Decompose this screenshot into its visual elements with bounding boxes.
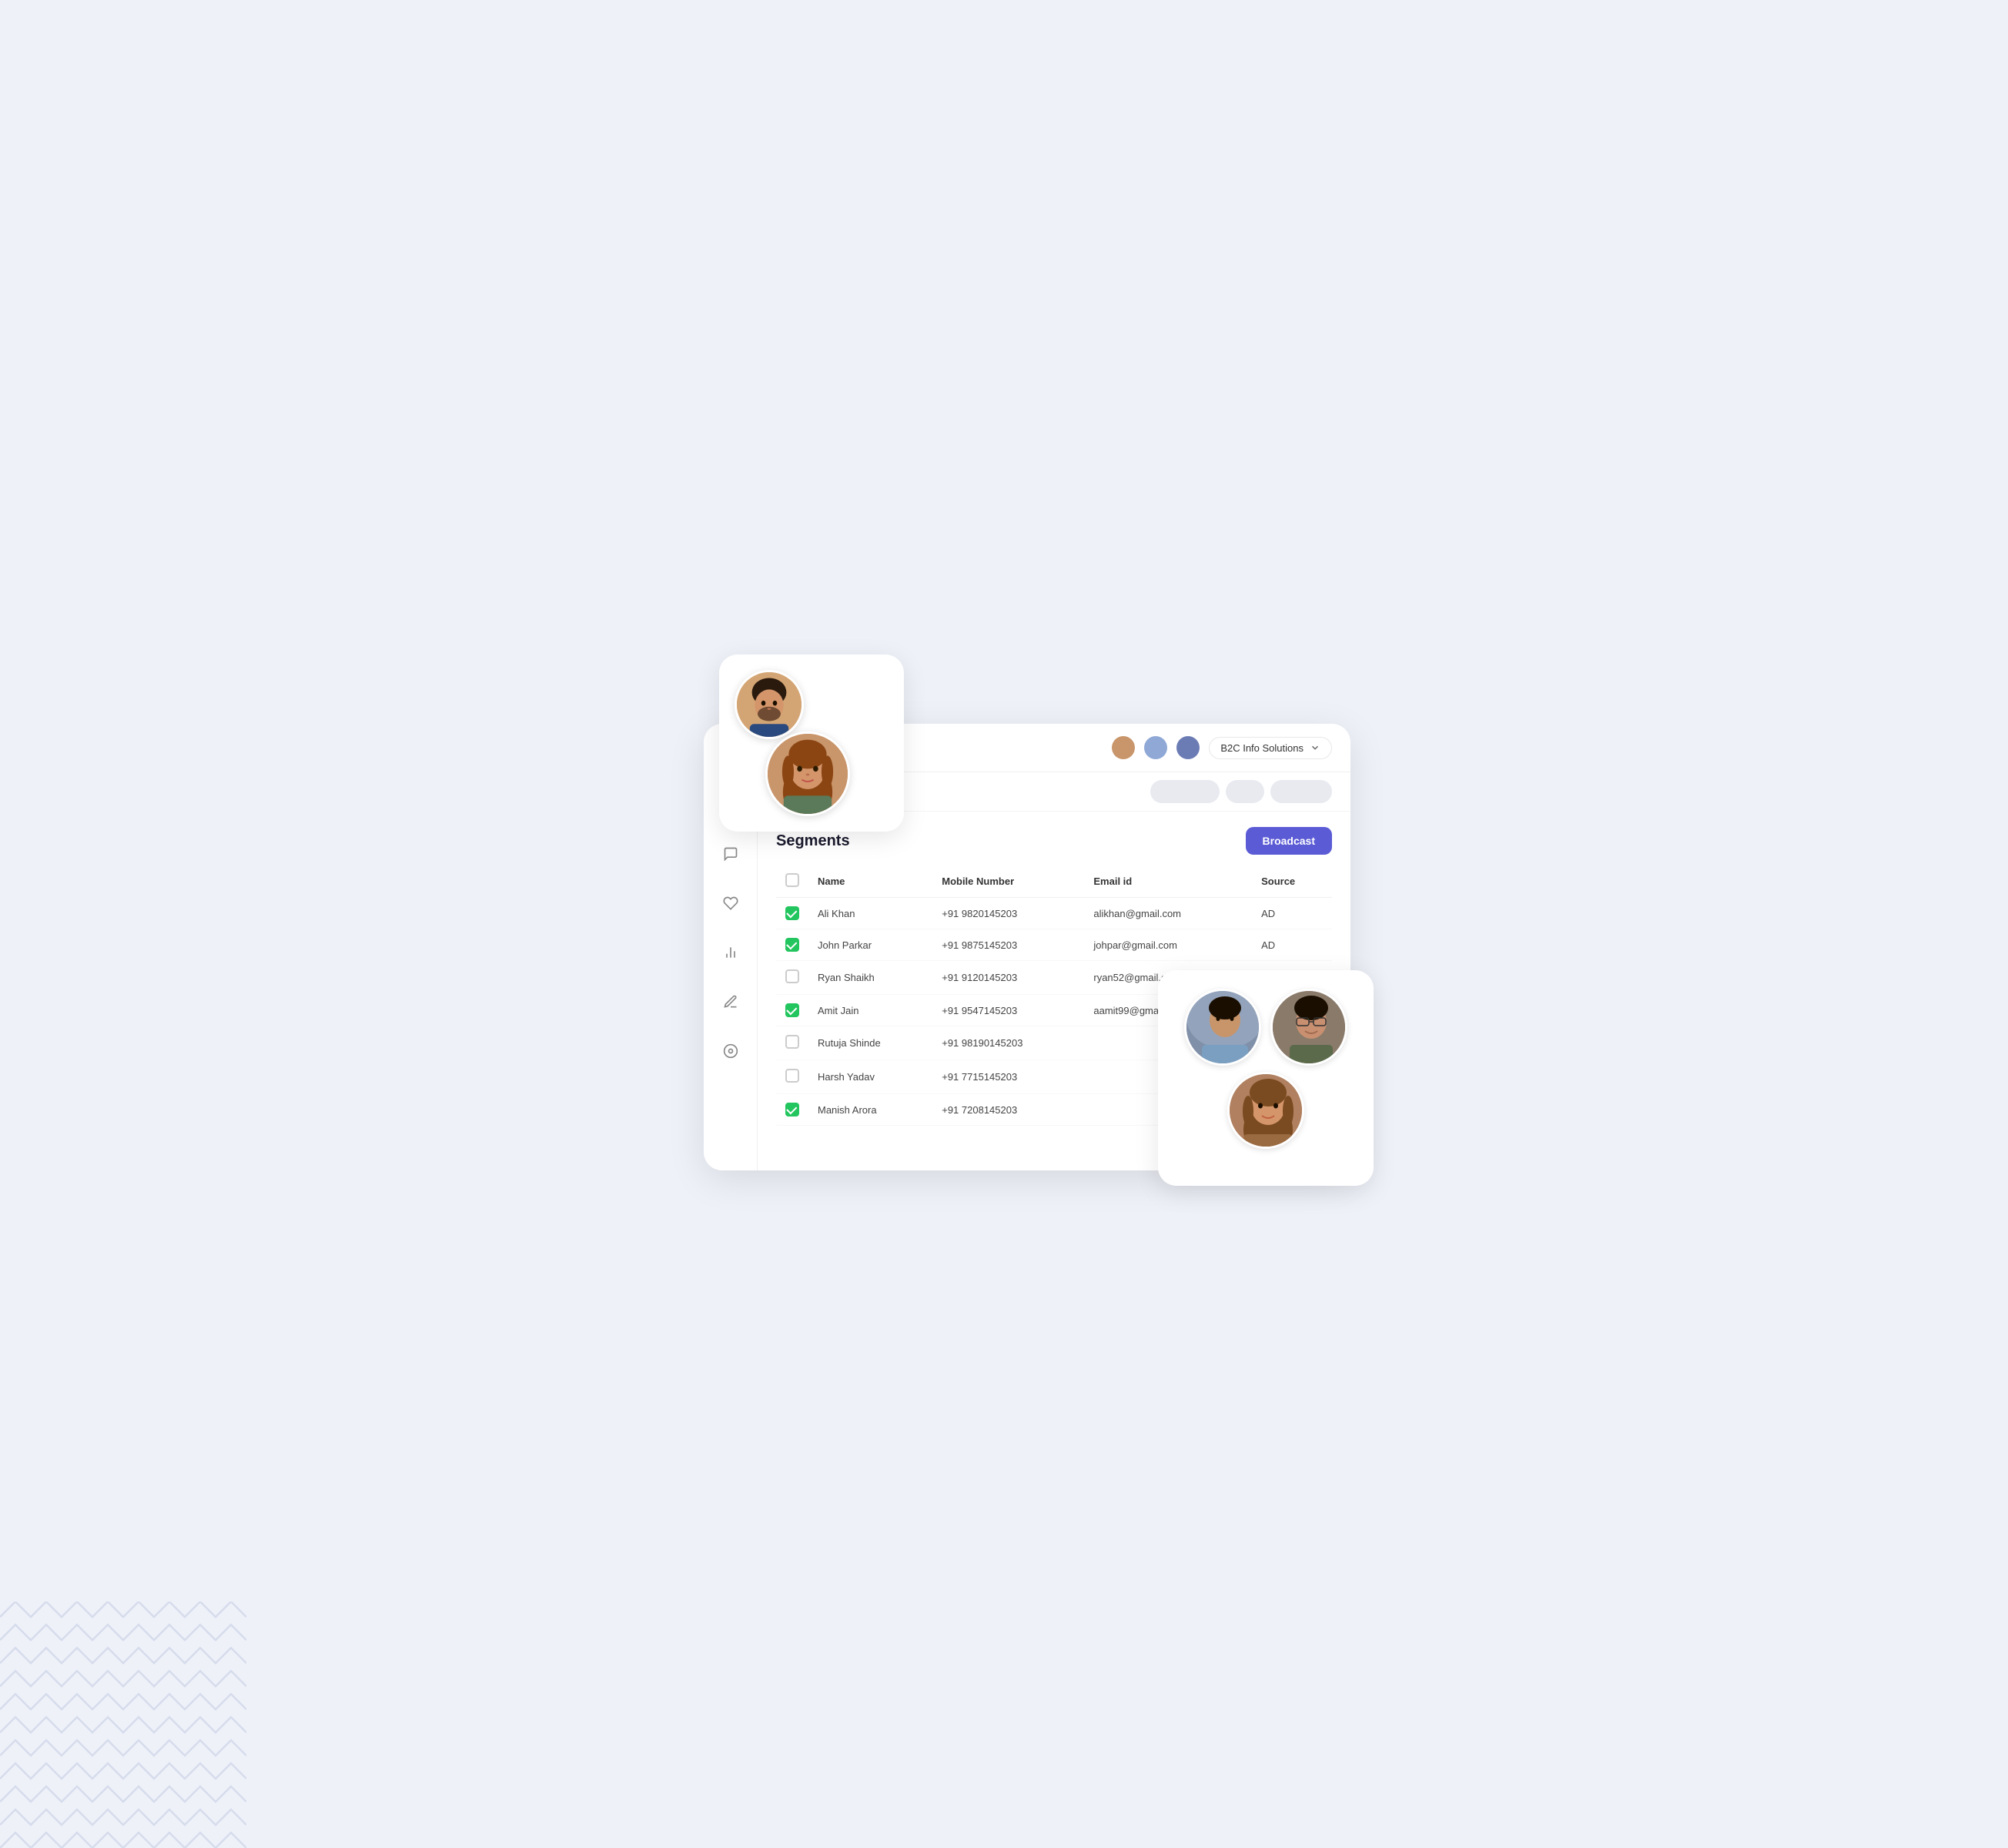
row-checkbox-2[interactable]	[785, 969, 799, 983]
row-mobile-0: +91 9820145203	[932, 898, 1084, 929]
avatar-row-bottom	[1176, 1072, 1355, 1149]
company-selector[interactable]: B2C Info Solutions	[1209, 737, 1332, 759]
table-row: John Parkar+91 9875145203johpar@gmail.co…	[776, 929, 1332, 961]
avatar-man	[735, 670, 804, 739]
row-email-1: johpar@gmail.com	[1084, 929, 1252, 961]
row-name-5: Harsh Yadav	[808, 1060, 932, 1094]
row-checkbox-3[interactable]	[785, 1003, 799, 1017]
sub-nav-pill-4[interactable]	[1226, 780, 1264, 803]
row-mobile-4: +91 98190145203	[932, 1026, 1084, 1060]
company-name: B2C Info Solutions	[1220, 742, 1304, 754]
sidebar-icon-chat[interactable]	[717, 840, 745, 868]
col-source: Source	[1252, 865, 1332, 898]
row-mobile-6: +91 7208145203	[932, 1094, 1084, 1126]
segments-title: Segments	[776, 832, 850, 850]
row-checkbox-cell-4[interactable]	[776, 1026, 808, 1060]
row-source-1: AD	[1252, 929, 1332, 961]
row-checkbox-cell-2[interactable]	[776, 961, 808, 995]
sidebar-icon-forms[interactable]	[717, 988, 745, 1016]
user-avatar-1	[1112, 736, 1135, 759]
row-checkbox-5[interactable]	[785, 1069, 799, 1083]
table-header-row: Name Mobile Number Email id Source	[776, 865, 1332, 898]
sub-nav-pill-3[interactable]	[1150, 780, 1220, 803]
sub-nav-pill-5[interactable]	[1270, 780, 1332, 803]
sidebar-icon-campaigns[interactable]	[717, 889, 745, 917]
avatar-woman	[765, 732, 850, 816]
avatar-grid	[1176, 989, 1355, 1149]
row-checkbox-cell-6[interactable]	[776, 1094, 808, 1126]
row-name-6: Manish Arora	[808, 1094, 932, 1126]
row-name-4: Rutuja Shinde	[808, 1026, 932, 1060]
avatar-card-top	[719, 654, 904, 832]
row-checkbox-0[interactable]	[785, 906, 799, 920]
avatar-bottom-woman-brown	[1227, 1072, 1304, 1149]
row-name-0: Ali Khan	[808, 898, 932, 929]
user-avatar-3	[1176, 736, 1200, 759]
header-checkbox[interactable]	[785, 873, 799, 887]
col-email: Email id	[1084, 865, 1252, 898]
sidebar-icon-inbox[interactable]	[717, 1037, 745, 1065]
row-checkbox-cell-1[interactable]	[776, 929, 808, 961]
row-checkbox-6[interactable]	[785, 1103, 799, 1116]
avatar-bottom-man	[1184, 989, 1261, 1066]
sidebar-icon-analytics[interactable]	[717, 939, 745, 966]
row-checkbox-cell-0[interactable]	[776, 898, 808, 929]
row-email-0: alikhan@gmail.com	[1084, 898, 1252, 929]
broadcast-button[interactable]: Broadcast	[1246, 827, 1332, 855]
row-name-3: Amit Jain	[808, 995, 932, 1026]
row-checkbox-cell-3[interactable]	[776, 995, 808, 1026]
avatar-row-top	[1176, 989, 1355, 1066]
row-mobile-2: +91 9120145203	[932, 961, 1084, 995]
row-checkbox-4[interactable]	[785, 1035, 799, 1049]
col-name: Name	[808, 865, 932, 898]
user-avatar-2	[1144, 736, 1167, 759]
row-mobile-3: +91 9547145203	[932, 995, 1084, 1026]
row-source-0: AD	[1252, 898, 1332, 929]
col-mobile: Mobile Number	[932, 865, 1084, 898]
avatar-card-bottom-right	[1158, 970, 1374, 1186]
row-checkbox-cell-5[interactable]	[776, 1060, 808, 1094]
row-name-2: Ryan Shaikh	[808, 961, 932, 995]
row-mobile-5: +91 7715145203	[932, 1060, 1084, 1094]
row-name-1: John Parkar	[808, 929, 932, 961]
main-container: C	[658, 678, 1350, 1170]
row-checkbox-1[interactable]	[785, 938, 799, 952]
header-checkbox-cell[interactable]	[776, 865, 808, 898]
avatar-bottom-woman-glasses	[1270, 989, 1347, 1066]
table-row: Ali Khan+91 9820145203alikhan@gmail.comA…	[776, 898, 1332, 929]
row-mobile-1: +91 9875145203	[932, 929, 1084, 961]
